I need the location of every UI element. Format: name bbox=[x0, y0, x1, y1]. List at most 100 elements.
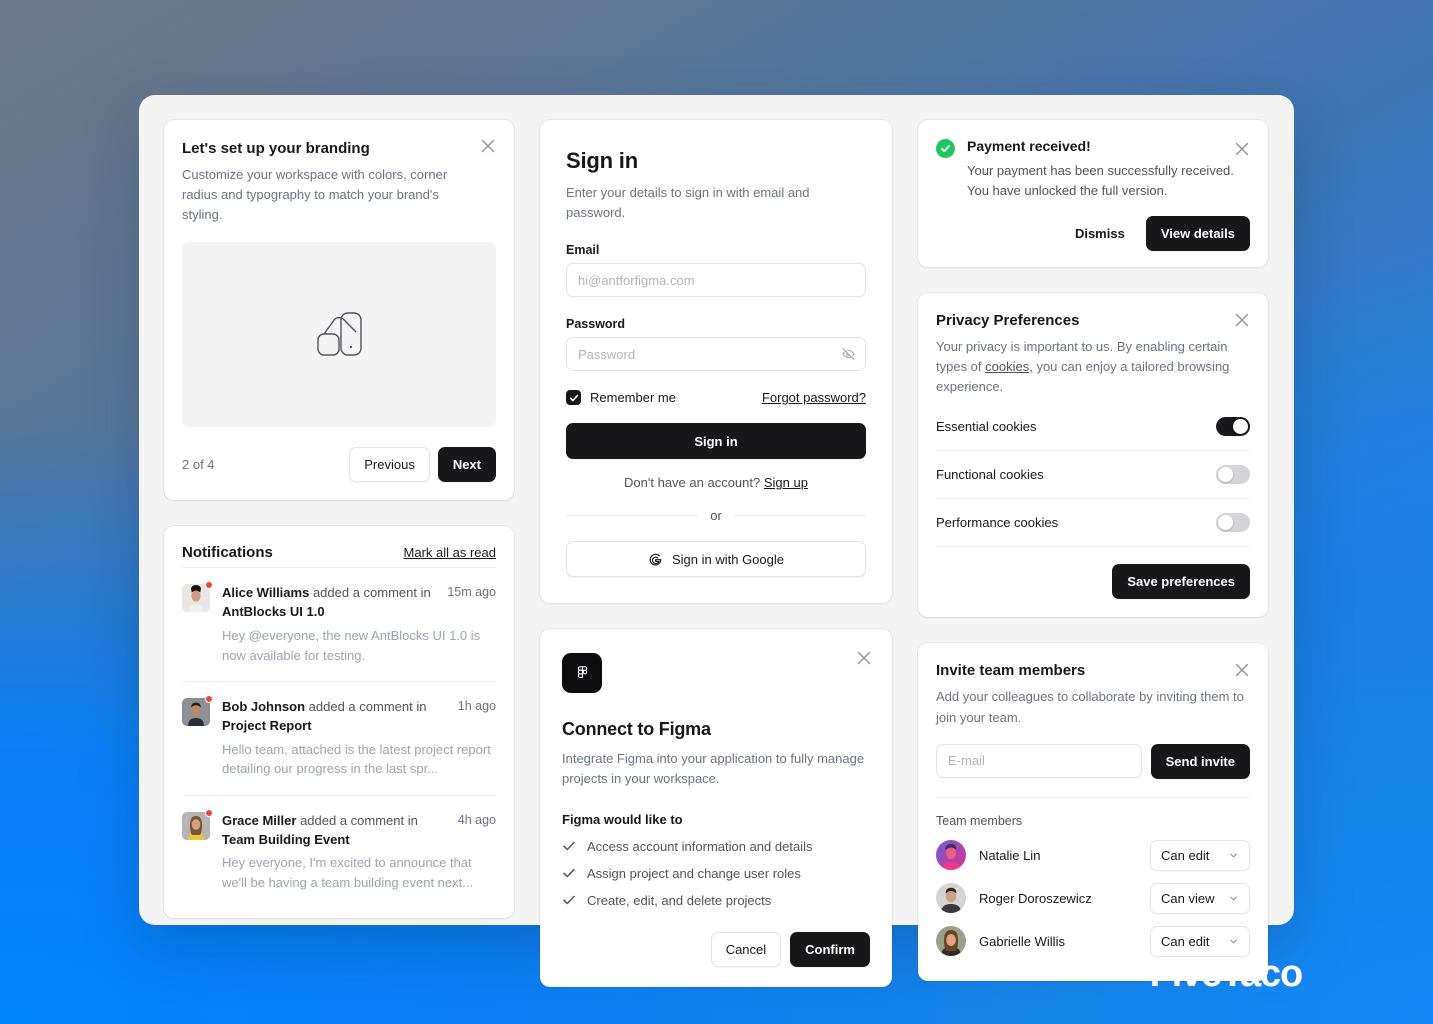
success-check-icon bbox=[936, 139, 955, 158]
signin-subtitle: Enter your details to sign in with email… bbox=[566, 185, 810, 221]
notification-user: Bob Johnson bbox=[222, 699, 306, 715]
unread-dot bbox=[205, 695, 213, 704]
notification-item[interactable]: Grace Miller added a comment in Team Bui… bbox=[182, 794, 496, 909]
close-icon[interactable] bbox=[477, 135, 499, 157]
remember-me-checkbox[interactable]: Remember me bbox=[566, 390, 676, 406]
close-icon[interactable] bbox=[1231, 309, 1253, 331]
permission-item: Access account information and details bbox=[562, 839, 870, 854]
avatar bbox=[182, 808, 213, 893]
branding-title: Let's set up your branding bbox=[182, 140, 370, 157]
previous-button[interactable]: Previous bbox=[349, 447, 430, 483]
avatar-image-alice bbox=[182, 584, 210, 613]
signup-link[interactable]: Sign up bbox=[764, 475, 808, 490]
notification-body: Alice Williams added a comment in AntBlo… bbox=[222, 584, 496, 665]
member-name: Natalie Lin bbox=[979, 847, 1041, 863]
preference-row-essential: Essential cookies bbox=[936, 403, 1250, 452]
role-select-roger[interactable]: Can view bbox=[1150, 882, 1250, 914]
forgot-password-link[interactable]: Forgot password? bbox=[762, 390, 866, 405]
invite-team-card: Invite team members Add your colleagues … bbox=[918, 643, 1268, 981]
divider-line-left bbox=[566, 515, 699, 517]
unread-dot bbox=[205, 581, 213, 590]
signin-card: Sign in Enter your details to sign in wi… bbox=[540, 120, 892, 604]
toggle-knob bbox=[1218, 467, 1233, 483]
remember-me-label: Remember me bbox=[590, 390, 676, 406]
preference-label: Performance cookies bbox=[936, 515, 1059, 531]
team-members-label: Team members bbox=[936, 813, 1023, 828]
notifications-title: Notifications bbox=[182, 544, 273, 562]
toast-title: Payment received! bbox=[967, 138, 1091, 154]
check-icon bbox=[563, 868, 575, 878]
notification-body: Grace Miller added a comment in Team Bui… bbox=[222, 812, 496, 893]
preference-row-performance: Performance cookies bbox=[936, 499, 1250, 548]
close-icon[interactable] bbox=[1231, 659, 1253, 681]
next-button[interactable]: Next bbox=[437, 447, 496, 483]
invite-email-input[interactable] bbox=[936, 743, 1142, 778]
notification-item[interactable]: Bob Johnson added a comment in Project R… bbox=[182, 681, 496, 795]
close-icon[interactable] bbox=[1231, 138, 1253, 160]
save-preferences-button[interactable]: Save preferences bbox=[1112, 564, 1250, 600]
toggle-password-visibility-icon[interactable] bbox=[841, 347, 856, 362]
view-details-button[interactable]: View details bbox=[1145, 216, 1250, 251]
role-value: Can edit bbox=[1161, 847, 1210, 863]
permission-label: Create, edit, and delete projects bbox=[587, 892, 772, 908]
chevron-down-icon bbox=[1230, 939, 1237, 944]
member-name: Gabrielle Willis bbox=[979, 933, 1065, 949]
toggle-performance-cookies[interactable] bbox=[1216, 513, 1250, 533]
notification-time: 1h ago bbox=[457, 699, 496, 714]
close-icon[interactable] bbox=[853, 647, 875, 669]
branding-preview bbox=[182, 242, 496, 428]
signin-with-google-button[interactable]: Sign in with Google bbox=[566, 541, 866, 578]
notification-target[interactable]: AntBlocks UI 1.0 bbox=[222, 603, 431, 622]
mark-all-as-read-link[interactable]: Mark all as read bbox=[404, 545, 496, 560]
check-icon bbox=[563, 895, 575, 905]
column-middle: Sign in Enter your details to sign in wi… bbox=[540, 120, 892, 987]
notification-message: Hey @everyone, the new AntBlocks UI 1.0 … bbox=[222, 628, 481, 663]
notification-action: added a comment in bbox=[312, 585, 431, 601]
confirm-button[interactable]: Confirm bbox=[790, 931, 870, 967]
role-select-natalie[interactable]: Can edit bbox=[1150, 839, 1250, 871]
screen: Let's set up your branding Customize you… bbox=[0, 0, 1433, 1024]
member-name: Roger Doroszewicz bbox=[979, 890, 1092, 906]
avatar-roger bbox=[936, 883, 966, 914]
notification-item[interactable]: Alice Williams added a comment in AntBlo… bbox=[182, 567, 496, 681]
figma-connect-card: Connect to Figma Integrate Figma into yo… bbox=[540, 629, 892, 987]
toast-actions: Dismiss View details bbox=[967, 216, 1250, 251]
toggle-essential-cookies[interactable] bbox=[1216, 417, 1250, 437]
figma-icon bbox=[577, 666, 587, 678]
toast-message: Your payment has been successfully recei… bbox=[967, 163, 1234, 198]
cookies-link[interactable]: cookies, bbox=[985, 359, 1033, 374]
step-counter: 2 of 4 bbox=[182, 457, 215, 473]
app-panel: Let's set up your branding Customize you… bbox=[139, 95, 1294, 987]
notification-message: Hello team, attached is the latest proje… bbox=[222, 741, 491, 777]
google-icon bbox=[649, 553, 662, 566]
email-input[interactable] bbox=[566, 263, 866, 298]
fivetaco-watermark: FiveTaco bbox=[1149, 953, 1304, 995]
avatar bbox=[182, 695, 213, 779]
toggle-knob bbox=[1233, 419, 1248, 435]
checkbox-box[interactable] bbox=[566, 390, 581, 406]
or-label: or bbox=[710, 508, 722, 524]
signin-submit-button[interactable]: Sign in bbox=[566, 423, 866, 460]
team-member-row: Natalie Lin Can edit bbox=[936, 834, 1250, 877]
signin-title: Sign in bbox=[566, 148, 638, 173]
privacy-preferences-card: Privacy Preferences Your privacy is impo… bbox=[918, 293, 1268, 618]
dismiss-button[interactable]: Dismiss bbox=[1060, 216, 1140, 251]
notification-target[interactable]: Project Report bbox=[222, 717, 426, 736]
preference-label: Functional cookies bbox=[936, 467, 1044, 483]
notification-time: 15m ago bbox=[447, 585, 496, 600]
toggle-functional-cookies[interactable] bbox=[1216, 465, 1250, 485]
toggle-knob bbox=[1218, 515, 1233, 531]
branding-description: Customize your workspace with colors, co… bbox=[182, 167, 448, 223]
toast-body: Payment received! Your payment has been … bbox=[967, 138, 1250, 251]
send-invite-button[interactable]: Send invite bbox=[1150, 743, 1250, 779]
figma-logo bbox=[562, 653, 602, 694]
unread-dot bbox=[205, 808, 213, 817]
password-input[interactable] bbox=[566, 337, 866, 372]
branding-card: Let's set up your branding Customize you… bbox=[164, 120, 514, 501]
chevron-down-icon bbox=[1230, 853, 1237, 858]
cancel-button[interactable]: Cancel bbox=[710, 931, 782, 967]
notification-target[interactable]: Team Building Event bbox=[222, 831, 418, 850]
figma-description: Integrate Figma into your application to… bbox=[562, 751, 865, 787]
notification-time: 4h ago bbox=[457, 812, 496, 827]
invite-input-row: Send invite bbox=[936, 743, 1250, 779]
